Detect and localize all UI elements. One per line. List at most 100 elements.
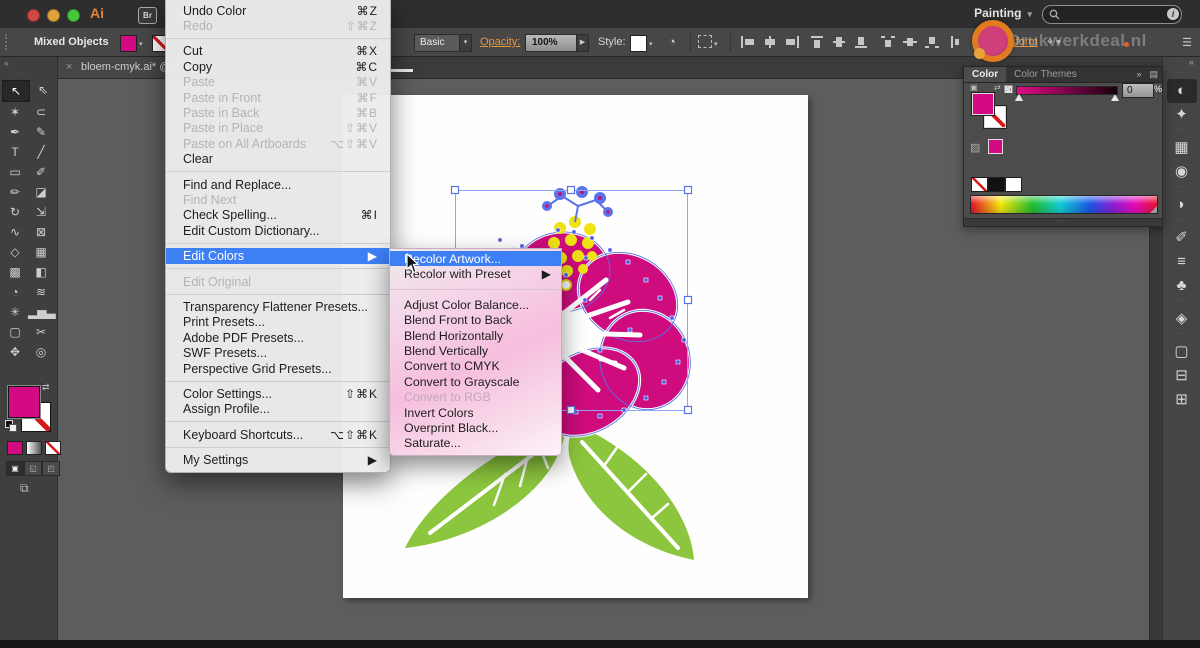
slice-tool[interactable]: ✂	[28, 322, 54, 342]
close-tab-icon[interactable]: ×	[66, 56, 72, 78]
brush-definition-dropdown[interactable]: Basic	[414, 34, 464, 52]
menu-item-color-settings[interactable]: Color Settings... ⇧⌘K	[166, 386, 390, 401]
submenu-item-overprint-black[interactable]: Overprint Black...	[390, 420, 561, 435]
align-right-icon[interactable]	[784, 35, 800, 49]
menu-item-print-presets[interactable]: Print Presets...	[166, 315, 390, 330]
white-swatch[interactable]	[1005, 177, 1022, 192]
fill-color-swatch[interactable]	[120, 35, 137, 52]
width-tool[interactable]: ∿	[2, 222, 28, 242]
fill-color-control[interactable]	[8, 386, 40, 418]
minimize-window-button[interactable]	[47, 9, 60, 22]
gradient-icon[interactable]: ◗	[1167, 193, 1197, 217]
align-center-horizontal-icon[interactable]	[762, 35, 778, 49]
gradient-mode-button[interactable]	[26, 441, 42, 455]
eyedropper-tool[interactable]: ◔	[2, 282, 28, 302]
screen-mode-icon[interactable]: ⧉	[20, 481, 29, 496]
dock-grip[interactable]: ∙∙∙∙	[1167, 217, 1197, 226]
menu-item-clear[interactable]: Clear	[166, 152, 390, 167]
gradient-tool[interactable]: ◧	[28, 262, 54, 282]
column-graph-tool[interactable]: ▂▅▃	[28, 302, 54, 322]
menu-item-keyboard-shortcuts[interactable]: Keyboard Shortcuts... ⌥⇧⌘K	[166, 427, 390, 442]
pathfinder-icon[interactable]: ⊞	[1167, 388, 1197, 412]
paintbrush-tool[interactable]: ✐	[28, 162, 54, 182]
resize-grip-icon[interactable]	[1150, 206, 1157, 213]
out-of-gamut-cube-icon[interactable]: ▧	[970, 141, 980, 154]
selection-tool[interactable]: ↖	[2, 80, 30, 102]
dock-grip[interactable]: ∙∙∙∙	[1167, 331, 1197, 340]
menu-item-find-and-replace[interactable]: Find and Replace...	[166, 177, 390, 192]
fill-swatch[interactable]	[972, 93, 994, 115]
lasso-tool[interactable]: ⊂	[28, 102, 54, 122]
menu-item-edit-custom-dictionary[interactable]: Edit Custom Dictionary...	[166, 223, 390, 238]
distribute-middle-icon[interactable]	[902, 35, 918, 49]
style-swatch[interactable]	[630, 35, 647, 52]
submenu-item-saturate[interactable]: Saturate...	[390, 436, 561, 451]
menu-item-check-spelling[interactable]: Check Spelling... ⌘I	[166, 208, 390, 223]
align-bottom-icon[interactable]	[854, 35, 870, 49]
type-tool[interactable]: T	[2, 142, 28, 162]
zoom-tool[interactable]: ◎	[28, 342, 54, 362]
swap-fill-stroke-icon[interactable]: ⇄	[42, 382, 50, 393]
submenu-item-blend-front-to-back[interactable]: Blend Front to Back	[390, 313, 561, 328]
submenu-item-invert-colors[interactable]: Invert Colors	[390, 405, 561, 420]
slider-thumb[interactable]	[1015, 94, 1023, 101]
menu-item-my-settings[interactable]: My Settings ▶	[166, 452, 390, 467]
color-mode-button[interactable]	[7, 441, 23, 455]
hand-tool[interactable]: ✥	[2, 342, 28, 362]
pen-tool[interactable]: ✒	[2, 122, 28, 142]
opacity-link[interactable]: Opacity:	[480, 36, 520, 48]
distribute-bottom-icon[interactable]	[924, 35, 940, 49]
none-mode-button[interactable]	[45, 441, 61, 455]
dock-grip[interactable]: ∙∙∙∙	[1167, 298, 1197, 307]
menu-item-perspective-grid-presets[interactable]: Perspective Grid Presets...	[166, 361, 390, 376]
panel-menu-icon[interactable]: ▤	[1145, 67, 1162, 82]
align-middle-vertical-icon[interactable]	[832, 35, 848, 49]
menu-item-copy[interactable]: Copy ⌘C	[166, 59, 390, 74]
stroke-icon[interactable]: ≡	[1167, 250, 1197, 274]
perspective-grid-tool[interactable]: ▦	[28, 242, 54, 262]
menu-item-find-next[interactable]: Find Next	[166, 192, 390, 207]
pencil-tool[interactable]: ✏	[2, 182, 28, 202]
rectangle-tool[interactable]: ▭	[2, 162, 28, 182]
direct-selection-tool[interactable]: ⇖	[30, 80, 56, 100]
layers-icon[interactable]: ◈	[1167, 307, 1197, 331]
channel-value-field[interactable]: 0	[1122, 83, 1154, 98]
menu-item-redo[interactable]: Redo ⇧⌘Z	[166, 18, 390, 33]
opacity-arrow-icon[interactable]: ▶	[576, 34, 589, 52]
document-setup-icon[interactable]: ◔	[668, 35, 676, 49]
zoom-window-button[interactable]	[67, 9, 80, 22]
tools-grip[interactable]: ∙∙∙∙	[14, 70, 29, 76]
free-transform-tool[interactable]: ⊠	[28, 222, 54, 242]
color-guide-icon[interactable]: ✦	[1167, 103, 1197, 127]
default-fill-stroke-icon[interactable]	[5, 420, 15, 430]
controlbar-grip[interactable]	[5, 34, 10, 50]
color-spectrum-bar[interactable]	[970, 195, 1158, 214]
none-swatch[interactable]	[971, 177, 988, 192]
submenu-item-convert-to-rgb[interactable]: Convert to RGB	[390, 390, 561, 405]
chevron-down-icon[interactable]: ▾	[459, 34, 472, 52]
menu-item-paste-in-back[interactable]: Paste in Back ⌘B	[166, 105, 390, 120]
scale-tool[interactable]: ⇲	[28, 202, 54, 222]
bridge-badge[interactable]: Br	[138, 7, 157, 24]
menu-item-swf-presets[interactable]: SWF Presets...	[166, 345, 390, 360]
menu-item-transparency-flattener-presets[interactable]: Transparency Flattener Presets...	[166, 299, 390, 314]
black-slider-row[interactable]: K 0 %	[1004, 83, 1160, 99]
distribute-top-icon[interactable]	[880, 35, 896, 49]
expand-panel-icon[interactable]: »	[1132, 67, 1145, 82]
in-gamut-swatch[interactable]	[988, 139, 1003, 154]
menu-item-adobe-pdf-presets[interactable]: Adobe PDF Presets...	[166, 330, 390, 345]
submenu-item-blend-horizontally[interactable]: Blend Horizontally	[390, 328, 561, 343]
distribute-space-left-icon[interactable]	[950, 35, 966, 49]
shape-builder-tool[interactable]: ◇	[2, 242, 28, 262]
chevron-down-icon[interactable]: ▾	[139, 40, 143, 48]
default-fill-stroke-icon[interactable]: ▣	[970, 83, 978, 92]
submenu-item-blend-vertically[interactable]: Blend Vertically	[390, 343, 561, 358]
align-top-icon[interactable]	[810, 35, 826, 49]
line-segment-tool[interactable]: ╱	[28, 142, 54, 162]
black-swatch[interactable]	[988, 177, 1005, 192]
tab-color[interactable]: Color	[964, 67, 1006, 82]
artboards-icon[interactable]: ▢	[1167, 340, 1197, 364]
curvature-tool[interactable]: ✎	[28, 122, 54, 142]
brushes-icon[interactable]: ✐	[1167, 226, 1197, 250]
draw-inside-button[interactable]: ◰	[42, 461, 60, 476]
